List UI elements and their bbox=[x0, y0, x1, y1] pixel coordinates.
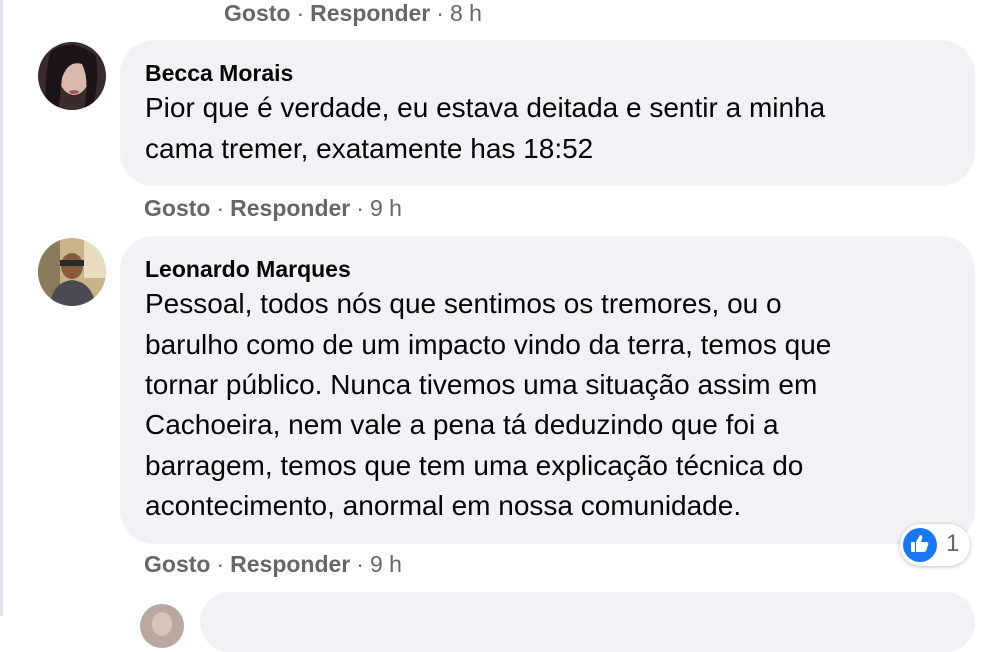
separator: · bbox=[356, 195, 364, 221]
comment-author[interactable]: Becca Morais bbox=[145, 60, 293, 87]
like-link[interactable]: Gosto bbox=[144, 195, 210, 221]
comment-text-line: Pior que é verdade, eu estava deitada e … bbox=[145, 92, 826, 123]
comment-text-line: acontecimento, anormal em nossa comunida… bbox=[145, 490, 742, 521]
separator: · bbox=[436, 0, 444, 26]
separator: · bbox=[216, 195, 225, 221]
separator: · bbox=[296, 0, 305, 26]
reply-link[interactable]: Responder bbox=[230, 195, 350, 221]
comment-bubble: Becca Morais Pior que é verdade, eu esta… bbox=[120, 40, 975, 186]
reaction-count: 1 bbox=[946, 530, 960, 557]
comment-timestamp[interactable]: 9 h bbox=[370, 551, 402, 577]
comment-timestamp[interactable]: 9 h bbox=[370, 195, 402, 221]
reply-link[interactable]: Responder bbox=[310, 0, 430, 26]
comment-text-line: tornar público. Nunca tivemos uma situaç… bbox=[145, 369, 818, 400]
avatar[interactable] bbox=[38, 238, 106, 306]
comment-text-line: barulho como de um impacto vindo da terr… bbox=[145, 329, 832, 360]
like-link[interactable]: Gosto bbox=[224, 0, 290, 26]
like-link[interactable]: Gosto bbox=[144, 551, 210, 577]
reply-link[interactable]: Responder bbox=[230, 551, 350, 577]
like-icon bbox=[903, 528, 937, 562]
reaction-summary[interactable]: 1 bbox=[900, 524, 970, 566]
comment-bubble bbox=[200, 592, 975, 652]
avatar[interactable] bbox=[140, 604, 184, 648]
comment-actions: Gosto · Responder · 8 h bbox=[224, 0, 482, 27]
comment-text-line: barragem, temos que tem uma explicação t… bbox=[145, 450, 804, 481]
separator: · bbox=[356, 551, 364, 577]
avatar[interactable] bbox=[38, 42, 106, 110]
separator: · bbox=[216, 551, 225, 577]
comment-bubble: Leonardo Marques Pessoal, todos nós que … bbox=[120, 236, 975, 544]
comment-text-line: Cachoeira, nem vale a pena tá deduzindo … bbox=[145, 409, 779, 440]
comment-text-line: cama tremer, exatamente has 18:52 bbox=[145, 133, 594, 164]
comment-actions: Gosto · Responder · 9 h bbox=[144, 550, 402, 578]
comment-timestamp[interactable]: 8 h bbox=[450, 0, 482, 26]
comment-text-line: Pessoal, todos nós que sentimos os tremo… bbox=[145, 288, 782, 319]
thread-line bbox=[0, 0, 3, 616]
comment-actions: Gosto · Responder · 9 h bbox=[144, 194, 402, 222]
comment-author[interactable]: Leonardo Marques bbox=[145, 256, 351, 283]
